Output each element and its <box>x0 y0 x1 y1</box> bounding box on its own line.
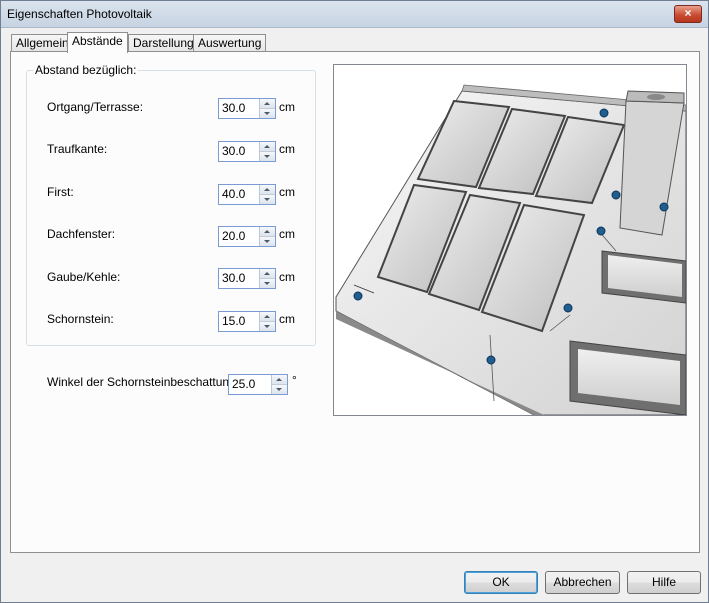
label-gaube-kehle: Gaube/Kehle: <box>47 270 121 284</box>
spin-down-icon[interactable] <box>260 152 275 161</box>
unit-label: cm <box>279 185 295 199</box>
label-ortgang: Ortgang/Terrasse: <box>47 100 144 114</box>
spin-down-icon[interactable] <box>272 385 287 394</box>
spin-up-icon[interactable] <box>260 185 275 195</box>
unit-label: cm <box>279 100 295 114</box>
dialog-window: Eigenschaften Photovoltaik × Allgemein A… <box>0 0 709 603</box>
unit-label: cm <box>279 270 295 284</box>
spinbox-value[interactable]: 30.0 <box>222 101 245 115</box>
label-traufkante: Traufkante: <box>47 142 108 156</box>
spin-up-icon[interactable] <box>260 312 275 322</box>
spin-down-icon[interactable] <box>260 237 275 246</box>
spinbox-traufkante[interactable]: 30.0 <box>218 141 276 162</box>
spinbox-ortgang[interactable]: 30.0 <box>218 98 276 119</box>
spin-up-icon[interactable] <box>272 375 287 385</box>
group-legend: Abstand bezüglich: <box>33 63 139 77</box>
label-first: First: <box>47 185 74 199</box>
spinbox-value[interactable]: 25.0 <box>232 377 255 391</box>
spin-down-icon[interactable] <box>260 322 275 331</box>
close-icon: × <box>684 6 692 20</box>
spin-up-icon[interactable] <box>260 227 275 237</box>
spin-up-icon[interactable] <box>260 99 275 109</box>
tab-panel-abstaende: Abstand bezüglich: Ortgang/Terrasse: 30.… <box>10 51 700 553</box>
unit-label: cm <box>279 142 295 156</box>
tab-allgemein[interactable]: Allgemein <box>11 34 74 52</box>
spinbox-schornstein[interactable]: 15.0 <box>218 311 276 332</box>
tab-abstaende[interactable]: Abstände <box>67 32 128 53</box>
window-title: Eigenschaften Photovoltaik <box>7 7 152 21</box>
help-button[interactable]: Hilfe <box>627 571 701 594</box>
unit-label: cm <box>279 227 295 241</box>
cancel-button[interactable]: Abbrechen <box>545 571 620 594</box>
ok-button[interactable]: OK <box>464 571 538 594</box>
spin-down-icon[interactable] <box>260 109 275 118</box>
spinbox-value[interactable]: 20.0 <box>222 229 245 243</box>
spinbox-shading-angle[interactable]: 25.0 <box>228 374 288 395</box>
spin-down-icon[interactable] <box>260 279 275 288</box>
close-button[interactable]: × <box>674 5 702 23</box>
roof-preview <box>333 64 687 416</box>
spinbox-value[interactable]: 15.0 <box>222 314 245 328</box>
spinbox-first[interactable]: 40.0 <box>218 184 276 205</box>
spin-up-icon[interactable] <box>260 142 275 152</box>
spinbox-gaube-kehle[interactable]: 30.0 <box>218 268 276 289</box>
tab-darstellung[interactable]: Darstellung <box>128 34 199 52</box>
spinbox-value[interactable]: 40.0 <box>222 187 245 201</box>
unit-label: ° <box>292 373 297 387</box>
roof-illustration <box>335 84 686 415</box>
label-dachfenster: Dachfenster: <box>47 227 116 241</box>
tab-auswertung[interactable]: Auswertung <box>193 34 267 52</box>
unit-label: cm <box>279 312 295 326</box>
spinbox-value[interactable]: 30.0 <box>222 271 245 285</box>
title-bar: Eigenschaften Photovoltaik × <box>1 1 708 28</box>
spinbox-dachfenster[interactable]: 20.0 <box>218 226 276 247</box>
label-shading-angle: Winkel der Schornsteinbeschattung: <box>47 375 240 389</box>
spin-up-icon[interactable] <box>260 269 275 279</box>
spinbox-value[interactable]: 30.0 <box>222 144 245 158</box>
spin-down-icon[interactable] <box>260 195 275 204</box>
label-schornstein: Schornstein: <box>47 312 114 326</box>
